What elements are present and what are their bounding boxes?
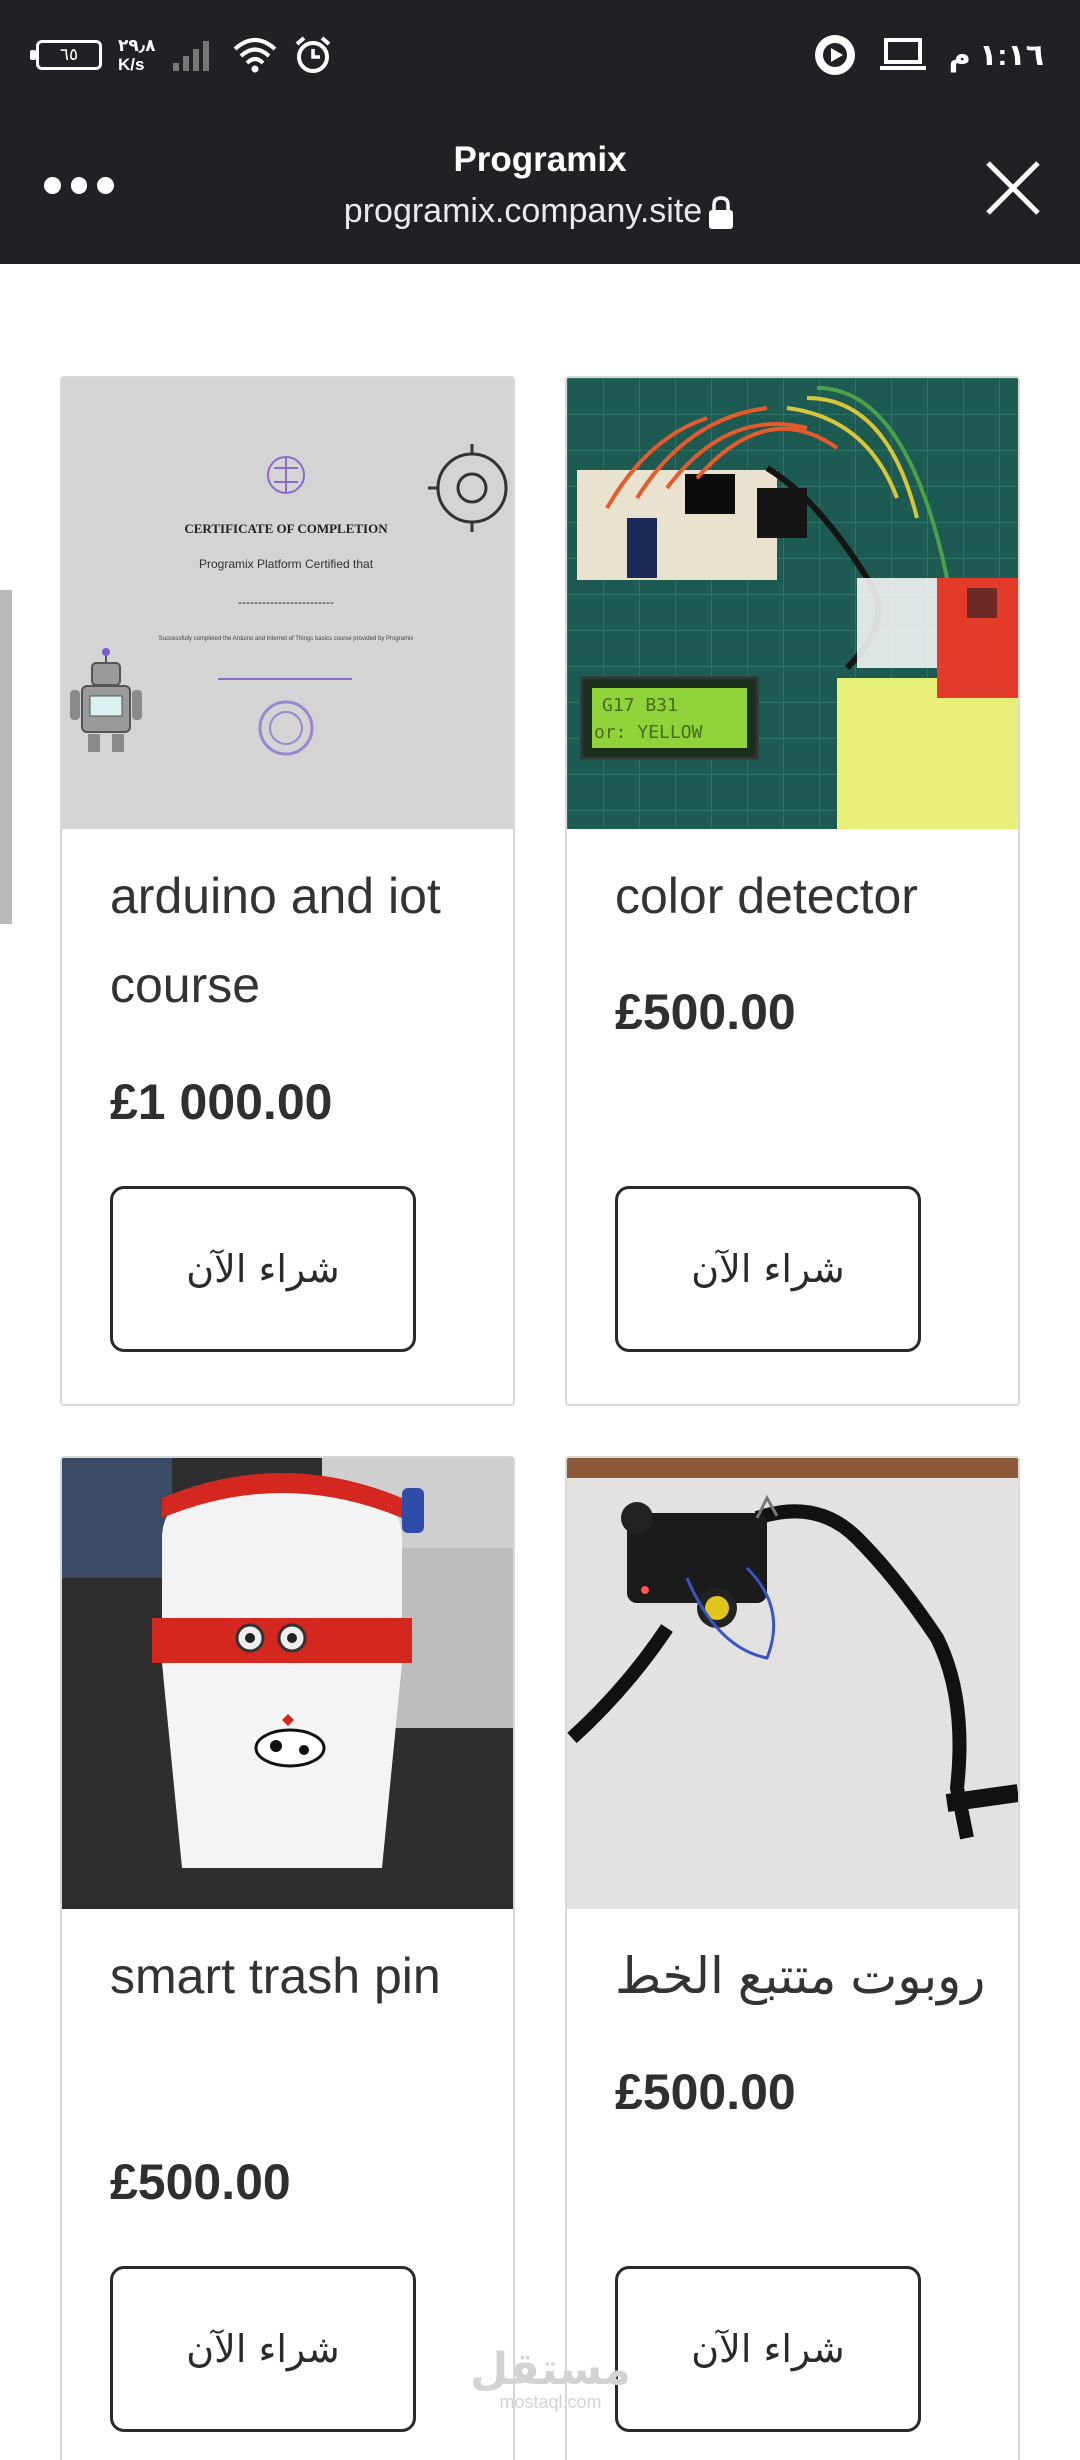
- product-price: £500.00: [615, 2064, 796, 2120]
- scroll-indicator[interactable]: [0, 590, 12, 924]
- lcd-line-2: or: YELLOW: [594, 722, 703, 743]
- certificate-body: Successfully completed the Arduino and I…: [159, 636, 414, 642]
- signal-icon: [173, 41, 210, 71]
- close-icon[interactable]: [980, 155, 1046, 221]
- certificate-subtitle: Programix Platform Certified that: [199, 557, 374, 571]
- product-name: color detector: [615, 868, 918, 924]
- certificate-dashes: ------------------------: [238, 595, 334, 609]
- product-card[interactable]: smart trash pin £500.00 شراء الآن: [60, 1456, 515, 2460]
- wifi-icon: [234, 38, 277, 73]
- lock-icon: [709, 196, 734, 230]
- watermark-latin: mostaql.com: [499, 2392, 602, 2412]
- watermark: مستقل mostaql.com: [470, 2348, 631, 2413]
- product-price: £500.00: [615, 984, 796, 1040]
- product-price: £500.00: [110, 2154, 291, 2210]
- status-bar: ٦٥ ٢٩٫٨ K/s ١:١٦ م: [0, 0, 1080, 110]
- status-time: ١:١٦ م: [948, 38, 1044, 72]
- net-speed: ٢٩٫٨ K/s: [118, 36, 155, 74]
- circuit-image[interactable]: G17 B31 or: YELLOW: [567, 378, 1018, 829]
- net-speed-unit: K/s: [118, 55, 145, 74]
- buy-now-button[interactable]: شراء الآن: [615, 1186, 921, 1352]
- net-speed-value: ٢٩٫٨: [118, 36, 156, 55]
- page-title: Programix: [453, 140, 627, 179]
- battery-level: ٦٥: [59, 45, 79, 64]
- product-card[interactable]: روبوت متتبع الخط £500.00 شراء الآن: [565, 1456, 1020, 2460]
- battery-icon: ٦٥: [30, 40, 102, 70]
- lcd-line-1: G17 B31: [602, 695, 678, 716]
- trash-bin-graphic: [62, 1458, 513, 1868]
- line-robot-graphic: [567, 1458, 1018, 1840]
- play-icon: [814, 35, 855, 75]
- watermark-arabic: مستقل: [470, 2344, 631, 2395]
- product-card[interactable]: G17 B31 or: YELLOW color detector £500.0…: [565, 376, 1020, 1406]
- buy-now-button[interactable]: شراء الآن: [110, 2266, 416, 2432]
- trash-bin-image[interactable]: [62, 1458, 513, 1909]
- url-text: programix.company.site: [343, 192, 703, 230]
- product-name: smart trash pin: [110, 1948, 441, 2004]
- buy-now-button[interactable]: شراء الآن: [110, 1186, 416, 1352]
- buy-now-button[interactable]: شراء الآن: [615, 2266, 921, 2432]
- certificate-image[interactable]: CERTIFICATE OF COMPLETION Programix Plat…: [62, 378, 513, 829]
- circuit-graphic: G17 B31 or: YELLOW: [567, 378, 1018, 829]
- line-robot-image[interactable]: [567, 1458, 1018, 1909]
- product-price: £1 000.00: [110, 1074, 333, 1130]
- product-name: روبوت متتبع الخط: [615, 1948, 986, 2004]
- browser-toolbar: Programix programix.company.site: [0, 110, 1080, 264]
- robot-icon: [70, 648, 142, 752]
- certificate-graphic: CERTIFICATE OF COMPLETION Programix Plat…: [70, 444, 508, 756]
- laptop-icon: [879, 38, 926, 70]
- certificate-title: CERTIFICATE OF COMPLETION: [184, 521, 388, 536]
- product-name: arduino and iot course: [110, 868, 441, 1013]
- url-display[interactable]: programix.company.site: [0, 192, 1080, 231]
- product-card[interactable]: CERTIFICATE OF COMPLETION Programix Plat…: [60, 376, 515, 1406]
- alarm-icon: [296, 36, 331, 73]
